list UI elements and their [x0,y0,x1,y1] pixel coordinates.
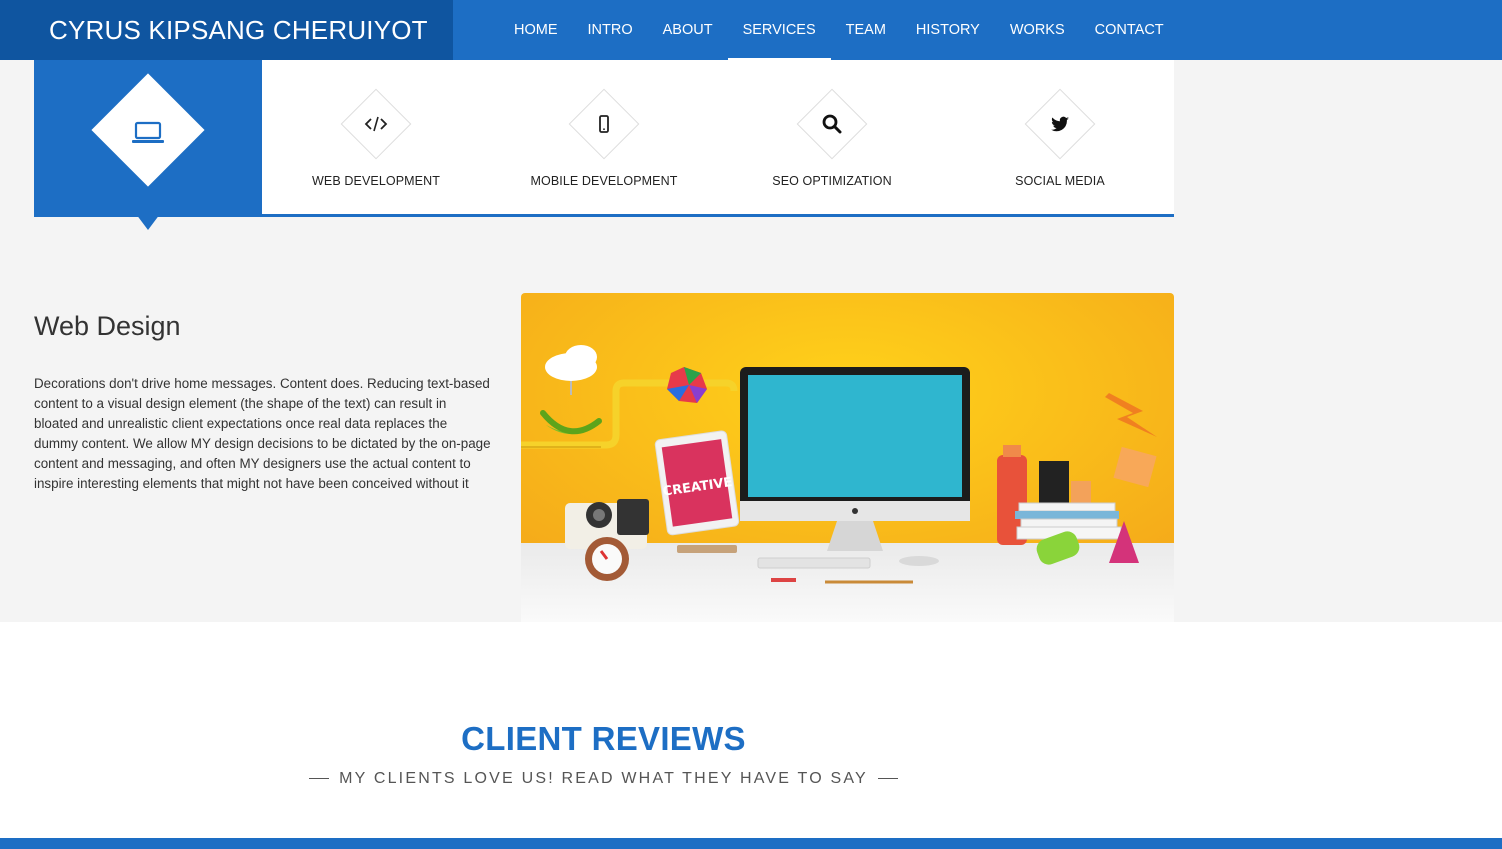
code-icon [364,116,388,132]
nav-works[interactable]: WORKS [995,0,1080,60]
workspace-illustration: CREATIVE [521,293,1174,622]
subtitle-dash-left [309,778,330,780]
mobile-icon [599,115,609,133]
service-seo-optimization[interactable]: SEO OPTIMIZATION [718,60,946,217]
service-label: SEO OPTIMIZATION [772,174,892,188]
services-pointer [136,214,160,230]
site-brand[interactable]: CYRUS KIPSANG CHERUIYOT [0,0,453,60]
services-main-tile [34,60,262,217]
reviews-subtitle-wrap: MY CLIENTS LOVE US! READ WHAT THEY HAVE … [0,770,1207,788]
nav-history[interactable]: HISTORY [901,0,995,60]
service-label: WEB DEVELOPMENT [312,174,440,188]
search-icon [822,114,842,134]
footer-bar [0,838,1502,849]
client-reviews-section: CLIENT REVIEWS MY CLIENTS LOVE US! READ … [0,622,1502,838]
nav-team[interactable]: TEAM [831,0,901,60]
service-mobile-development[interactable]: MOBILE DEVELOPMENT [490,60,718,217]
service-label: SOCIAL MEDIA [1015,174,1105,188]
nav-home[interactable]: HOME [499,0,573,60]
twitter-icon [1051,116,1069,132]
nav-intro[interactable]: INTRO [573,0,648,60]
nav-contact[interactable]: CONTACT [1080,0,1179,60]
service-label: MOBILE DEVELOPMENT [530,174,678,188]
services-strip: WEB DEVELOPMENT MOBILE DEVELOPMENT SEO O… [34,60,1174,230]
web-design-description: Decorations don't drive home messages. C… [34,376,491,491]
nav-about[interactable]: ABOUT [648,0,728,60]
reviews-subtitle: MY CLIENTS LOVE US! READ WHAT THEY HAVE … [339,770,868,787]
laptop-icon [132,121,164,143]
reviews-title: CLIENT REVIEWS [461,720,746,757]
service-web-development[interactable]: WEB DEVELOPMENT [262,60,490,217]
workspace-illustration-art: CREATIVE [521,293,1174,622]
top-navbar: CYRUS KIPSANG CHERUIYOT HOME INTRO ABOUT… [0,0,1502,60]
nav-services[interactable]: SERVICES [727,0,831,60]
subtitle-dash-right [877,778,898,780]
web-design-title: Web Design [34,311,181,341]
service-social-media[interactable]: SOCIAL MEDIA [946,60,1174,217]
main-nav: HOME INTRO ABOUT SERVICES TEAM HISTORY W… [499,0,1179,60]
